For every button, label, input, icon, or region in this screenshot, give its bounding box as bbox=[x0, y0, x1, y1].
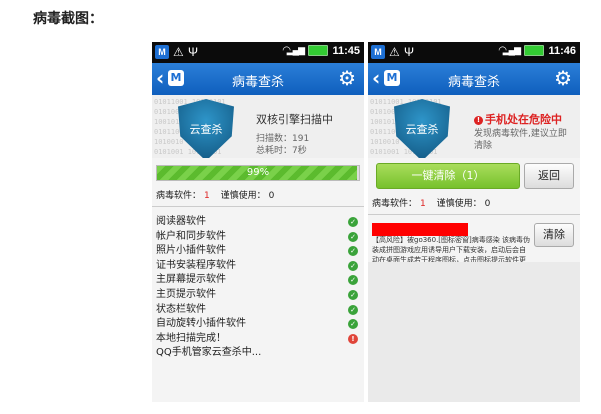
phone-screen-scanning: M ⚠ Ψ ◠ ▂▄▆ 11:45 ‹ M 病毒查杀 ⚙ 01011001 10… bbox=[152, 42, 364, 402]
back-button[interactable]: 返回 bbox=[524, 163, 574, 189]
check-icon: ✓ bbox=[348, 246, 358, 257]
usb-icon: Ψ bbox=[188, 45, 199, 59]
title-bar: ‹ M 病毒查杀 ⚙ bbox=[152, 63, 364, 95]
shield-label: 云查杀 bbox=[189, 123, 223, 136]
danger-title-text: 手机处在危险中 bbox=[485, 113, 562, 126]
scan-list-item: 主页提示软件 ✓ bbox=[156, 288, 364, 303]
battery-icon bbox=[308, 45, 328, 56]
check-icon: ✓ bbox=[348, 319, 358, 330]
phone-screen-danger: M ⚠ Ψ ◠ ▂▄▆ 11:46 ‹ M 病毒查杀 ⚙ 01011001 10… bbox=[368, 42, 580, 402]
scan-panel: 01011001 10100101 0101001 100011010 1001… bbox=[152, 95, 364, 158]
check-icon: ✓ bbox=[348, 275, 358, 286]
scan-item-label: 照片小插件软件 bbox=[156, 245, 226, 257]
status-bar: M ⚠ Ψ ◠ ▂▄▆ 11:45 bbox=[152, 42, 364, 63]
scan-list-item: QQ手机管家云查杀中... bbox=[156, 346, 364, 361]
caution-label: 谨慎使用： bbox=[220, 191, 266, 201]
scan-panel: 01011001 10100101 0101001 100011010 1001… bbox=[368, 95, 580, 158]
scan-list-item: 主屏幕提示软件 ✓ bbox=[156, 273, 364, 288]
scan-item-label: QQ手机管家云查杀中... bbox=[156, 347, 262, 359]
virus-count: 1 bbox=[420, 199, 426, 209]
alert-icon: ! bbox=[474, 115, 483, 125]
scan-item-label: 帐户和同步软件 bbox=[156, 230, 226, 242]
mcafee-icon: M bbox=[155, 45, 169, 59]
warning-icon: ⚠ bbox=[389, 45, 400, 59]
battery-icon bbox=[524, 45, 544, 56]
signal-icon: ▂▄▆ bbox=[502, 45, 521, 55]
scan-list-item: 状态栏软件 ✓ bbox=[156, 303, 364, 318]
usb-icon: Ψ bbox=[404, 45, 415, 59]
caution-label: 谨慎使用： bbox=[436, 199, 482, 209]
status-time: 11:45 bbox=[332, 45, 360, 57]
shield-label: 云查杀 bbox=[405, 123, 439, 136]
scan-list-item: 帐户和同步软件 ✓ bbox=[156, 230, 364, 245]
scan-item-label: 主页提示软件 bbox=[156, 288, 216, 300]
scan-item-label: 主屏幕提示软件 bbox=[156, 274, 226, 286]
check-icon: ✓ bbox=[348, 217, 358, 227]
caution-count: 0 bbox=[484, 199, 491, 209]
page-title: 病毒查杀 bbox=[447, 75, 500, 90]
action-row: 一键清除（1） 返回 bbox=[368, 158, 580, 194]
danger-title: ! 手机处在危险中 bbox=[474, 111, 562, 127]
document-heading: 病毒截图： bbox=[33, 11, 103, 27]
check-icon: ✓ bbox=[348, 304, 358, 315]
danger-description: 发现病毒软件,建议立即清除 bbox=[474, 129, 567, 151]
page-title: 病毒查杀 bbox=[231, 75, 284, 90]
scan-list-item: 阅读器软件 ✓ bbox=[156, 215, 364, 230]
scan-list-item: 照片小插件软件 ✓ bbox=[156, 244, 364, 259]
check-icon: ✓ bbox=[348, 260, 358, 271]
scan-item-label: 自动旋转小插件软件 bbox=[156, 318, 246, 330]
signal-icon: ▂▄▆ bbox=[286, 45, 305, 55]
scan-item-label: 本地扫描完成！ bbox=[156, 332, 226, 344]
progress-label: 99% bbox=[246, 167, 270, 178]
alert-icon: ! bbox=[348, 333, 358, 344]
virus-label: 病毒软件： bbox=[372, 199, 418, 209]
scan-item-label: 阅读器软件 bbox=[156, 216, 206, 227]
scan-result-list: 阅读器软件 ✓ 帐户和同步软件 ✓ 照片小插件软件 ✓ 证书安装程序软件 ✓ 主屏幕提示软件 ✓ 主… bbox=[152, 207, 364, 361]
empty-area bbox=[368, 262, 580, 402]
status-time: 11:46 bbox=[548, 45, 576, 57]
one-click-clean-button[interactable]: 一键清除（1） bbox=[376, 163, 520, 189]
virus-label: 病毒软件： bbox=[156, 191, 202, 201]
remove-button[interactable]: 清除 bbox=[534, 223, 574, 247]
scan-summary: 病毒软件： 1 谨慎使用： 0 bbox=[152, 186, 364, 207]
scan-list-item: 证书安装程序软件 ✓ bbox=[156, 259, 364, 274]
scan-list-item: 自动旋转小插件软件 ✓ bbox=[156, 317, 364, 332]
gear-icon[interactable]: ⚙ bbox=[554, 66, 572, 90]
caution-count: 0 bbox=[268, 191, 275, 201]
scan-item-label: 证书安装程序软件 bbox=[156, 259, 236, 271]
mcafee-icon: M bbox=[371, 45, 385, 59]
title-bar: ‹ M 病毒查杀 ⚙ bbox=[368, 63, 580, 95]
scan-summary: 病毒软件： 1 谨慎使用： 0 bbox=[368, 194, 580, 215]
scan-progress-bar: 99% bbox=[156, 165, 360, 181]
check-icon: ✓ bbox=[348, 231, 358, 242]
scan-status-title: 双核引擎扫描中 bbox=[256, 113, 333, 126]
scan-list-item: 本地扫描完成！! bbox=[156, 332, 364, 347]
check-icon: ✓ bbox=[348, 289, 358, 300]
status-bar: M ⚠ Ψ ◠ ▂▄▆ 11:46 bbox=[368, 42, 580, 63]
virus-count: 1 bbox=[204, 191, 210, 201]
progress-area: 99% bbox=[152, 158, 364, 186]
elapsed-time: 总耗时：7秒 bbox=[256, 146, 307, 156]
gear-icon[interactable]: ⚙ bbox=[338, 66, 356, 90]
warning-icon: ⚠ bbox=[173, 45, 184, 59]
scan-item-label: 状态栏软件 bbox=[156, 303, 206, 315]
